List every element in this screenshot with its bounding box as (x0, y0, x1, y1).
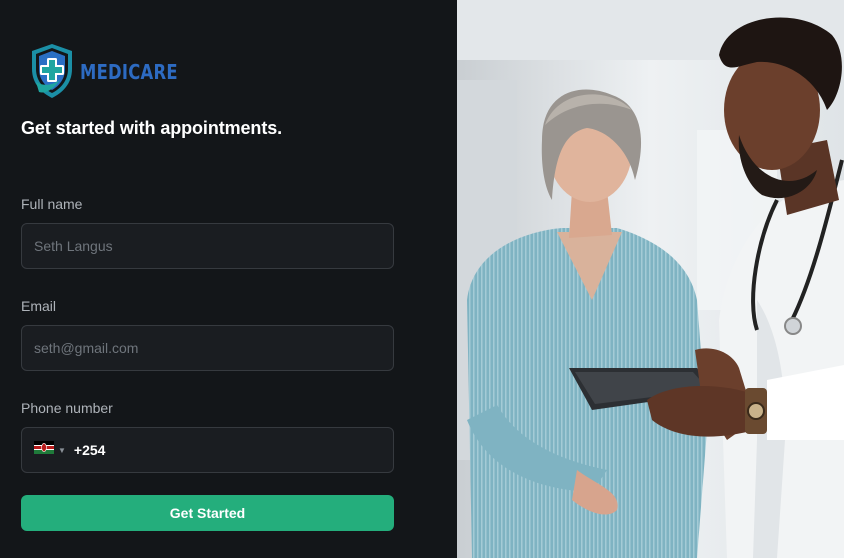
get-started-button[interactable]: Get Started (21, 495, 394, 531)
signup-panel: MEDICARE Get started with appointments. … (0, 0, 457, 558)
full-name-input[interactable] (34, 238, 393, 254)
email-label: Email (21, 298, 57, 314)
doctor-and-patient-photo (457, 0, 844, 558)
chevron-down-icon: ▼ (58, 445, 66, 455)
shield-cross-icon (27, 42, 77, 100)
phone-field[interactable]: ▼ +254 (21, 427, 394, 473)
email-field[interactable] (21, 325, 394, 371)
full-name-label: Full name (21, 196, 83, 212)
country-code-selector[interactable]: ▼ (34, 441, 66, 459)
dial-code-value[interactable]: +254 (74, 442, 106, 458)
page-title: Get started with appointments. (21, 118, 283, 138)
phone-label: Phone number (21, 400, 113, 416)
email-input[interactable] (34, 340, 393, 356)
full-name-field[interactable] (21, 223, 394, 269)
brand-name: MEDICARE (80, 60, 178, 84)
brand-logo[interactable]: MEDICARE (27, 42, 199, 100)
kenya-flag-icon (34, 441, 54, 459)
